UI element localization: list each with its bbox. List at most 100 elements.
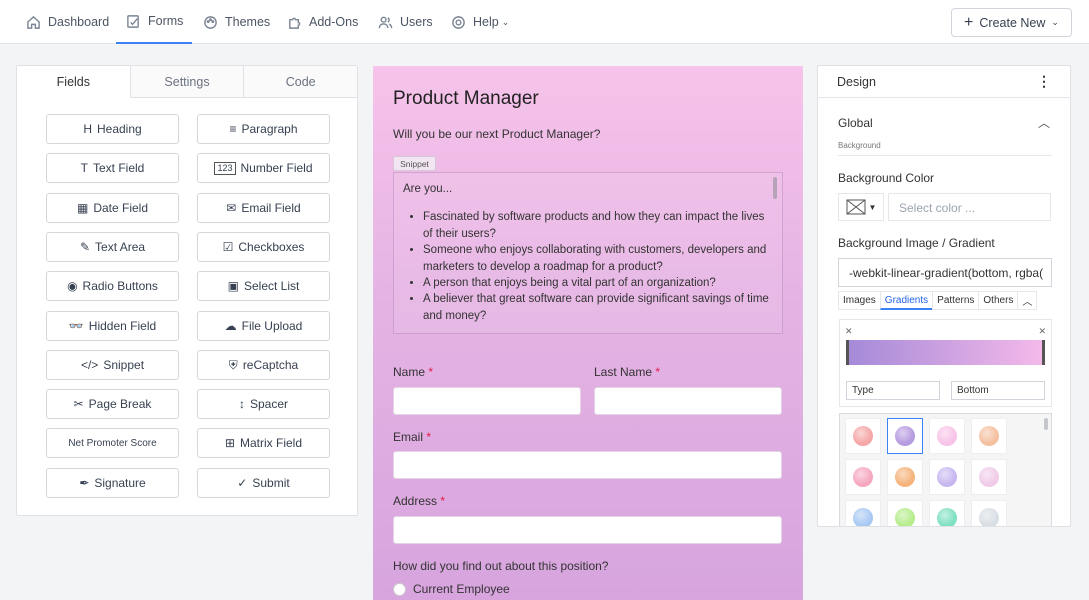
design-header: Design ⋮ (818, 66, 1070, 98)
matrix-field-button[interactable]: ⊞ Matrix Field (197, 428, 330, 459)
hidden-field-icon: 👓 (68, 318, 84, 333)
section-global[interactable]: Global (838, 116, 873, 130)
field-button-label: Hidden Field (88, 318, 157, 333)
nav-addons[interactable]: Add-Ons (287, 0, 358, 44)
email-field[interactable] (393, 451, 782, 479)
gradient-swatch[interactable] (971, 500, 1007, 526)
more-menu-icon[interactable]: ⋮ (1037, 73, 1051, 90)
chevron-down-icon: ⌄ (501, 16, 510, 27)
remove-stop-icon[interactable]: ✕ (845, 326, 853, 337)
gradient-swatch[interactable] (845, 418, 881, 454)
scrollbar[interactable] (1044, 418, 1048, 430)
number-field-button[interactable]: 123 Number Field (197, 153, 330, 184)
select-list-button[interactable]: ▣ Select List (197, 271, 330, 302)
paragraph-button[interactable]: ≡ Paragraph (197, 114, 330, 144)
gradient-swatch[interactable] (971, 459, 1007, 495)
tab-others[interactable]: Others (978, 291, 1019, 310)
recaptcha-button[interactable]: ⛨ reCaptcha (197, 349, 330, 380)
tab-fields[interactable]: Fields (17, 66, 131, 98)
date-field-icon: ▦ (76, 200, 89, 215)
tab-patterns[interactable]: Patterns (932, 291, 980, 310)
nav-help[interactable]: Help ⌄ (451, 0, 509, 44)
field-button-label: Email Field (241, 200, 301, 215)
net-promoter-score-button[interactable]: Net Promoter Score (46, 428, 179, 459)
gradient-swatch[interactable] (845, 500, 881, 526)
forms-icon (127, 14, 139, 28)
tab-code[interactable]: Code (244, 66, 358, 97)
design-panel: Design ⋮ Global ︿ Background Background … (817, 65, 1071, 527)
gradient-css-input[interactable]: -webkit-linear-gradient(bottom, rgba( (838, 258, 1052, 287)
email-field-icon: ✉ (226, 200, 237, 215)
create-new-button[interactable]: + Create New ⌄ (951, 8, 1072, 37)
radio-current-employee[interactable]: Current Employee (393, 582, 510, 596)
section-breadcrumb: Background (838, 141, 881, 150)
bg-image-label: Background Image / Gradient (838, 236, 995, 250)
tab-settings[interactable]: Settings (130, 66, 245, 97)
lastname-label: Last Name * (594, 365, 661, 379)
gradient-swatch[interactable] (887, 459, 923, 495)
swatch-color (895, 467, 915, 487)
submit-button[interactable]: ✓ Submit (197, 467, 330, 498)
snippet-button[interactable]: </> Snippet (46, 349, 179, 380)
gradient-swatch[interactable] (887, 418, 923, 454)
tab-gradients[interactable]: Gradients (879, 291, 934, 310)
page-break-button[interactable]: ✂ Page Break (46, 389, 179, 420)
snippet-block[interactable]: Are you... Fascinated by software produc… (393, 172, 783, 334)
page-break-icon: ✂ (73, 397, 84, 412)
hidden-field-button[interactable]: 👓 Hidden Field (46, 310, 179, 341)
email-field-button[interactable]: ✉ Email Field (197, 192, 330, 223)
gradient-swatch[interactable] (887, 500, 923, 526)
nav-dashboard[interactable]: Dashboard (26, 0, 109, 44)
gradient-swatch[interactable] (845, 459, 881, 495)
matrix-field-icon: ⊞ (224, 436, 236, 451)
date-field-button[interactable]: ▦ Date Field (46, 192, 179, 223)
remove-stop-icon[interactable]: ✕ (1038, 326, 1046, 337)
file-upload-button[interactable]: ☁ File Upload (197, 310, 330, 341)
gradient-swatch[interactable] (929, 500, 965, 526)
tab-images[interactable]: Images (838, 291, 881, 310)
nav-themes[interactable]: Themes (203, 0, 270, 44)
help-icon (452, 15, 465, 29)
field-button-label: reCaptcha (242, 357, 299, 372)
field-button-label: Checkboxes (238, 239, 305, 254)
scrollbar[interactable] (773, 177, 777, 199)
no-color-icon (846, 199, 866, 215)
gradient-direction-field[interactable]: Bottom (951, 381, 1045, 400)
gradient-swatch[interactable] (929, 459, 965, 495)
color-picker-button[interactable]: ▼ (838, 193, 884, 221)
nav-forms[interactable]: Forms (116, 0, 192, 44)
field-button-label: File Upload (241, 318, 303, 333)
field-button-label: Net Promoter Score (68, 437, 157, 449)
spacer-button[interactable]: ↕ Spacer (197, 389, 330, 420)
radio-circle[interactable] (393, 582, 406, 596)
radio-buttons-button[interactable]: ◉ Radio Buttons (46, 271, 179, 302)
field-button-label: Signature (94, 475, 146, 490)
swatch-color (979, 426, 999, 446)
form-title: Product Manager (393, 88, 539, 109)
text-area-button[interactable]: ✎ Text Area (46, 231, 179, 262)
name-field[interactable] (393, 387, 581, 415)
signature-icon: ✒ (79, 475, 90, 490)
plus-icon: + (964, 13, 974, 31)
color-input[interactable]: Select color ... (888, 193, 1051, 221)
heading-button[interactable]: H Heading (46, 114, 179, 144)
paragraph-icon: ≡ (229, 122, 237, 136)
text-field-icon: T (80, 161, 88, 176)
text-field-button[interactable]: T Text Field (46, 153, 179, 184)
lastname-field[interactable] (594, 387, 782, 415)
gradient-swatch[interactable] (971, 418, 1007, 454)
chevron-up-icon[interactable]: ︿ (1038, 114, 1050, 131)
field-button-label: Heading (96, 122, 142, 136)
checkboxes-button[interactable]: ☑ Checkboxes (197, 231, 330, 262)
field-button-label: Page Break (88, 397, 152, 412)
puzzle-icon (289, 17, 301, 29)
chevron-up-icon[interactable]: ︿ (1017, 291, 1038, 310)
signature-button[interactable]: ✒ Signature (46, 467, 179, 498)
gradient-type-field[interactable]: Type (846, 381, 940, 400)
address-field[interactable] (393, 516, 782, 544)
question-label: How did you find out about this position… (393, 559, 609, 573)
gradient-preview-bar[interactable] (846, 340, 1045, 365)
gradient-swatch[interactable] (929, 418, 965, 454)
nav-users[interactable]: Users (378, 0, 433, 44)
form-subtitle: Will you be our next Product Manager? (393, 127, 601, 141)
